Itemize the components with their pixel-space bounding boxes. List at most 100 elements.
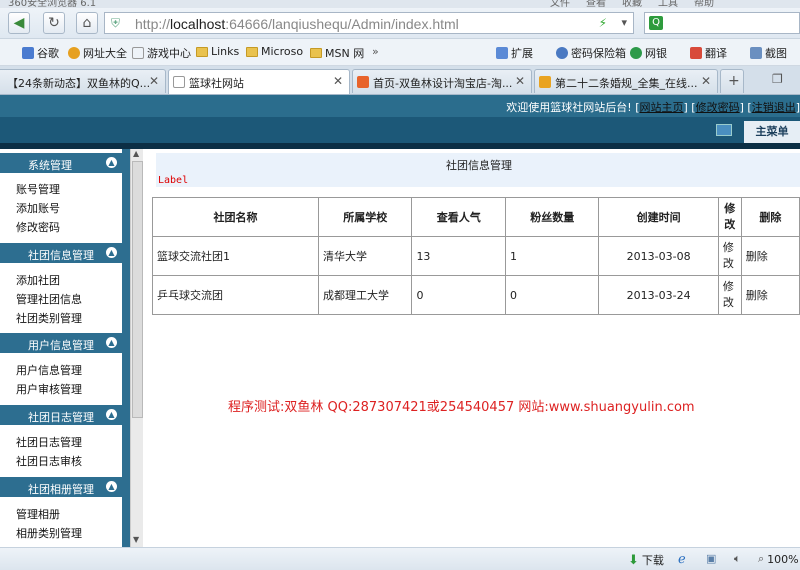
password-button[interactable]: 密码保险箱 [556, 45, 626, 61]
cell-fans: 1 [504, 236, 600, 276]
sidebar-item-user-review[interactable]: 用户审核管理 [16, 381, 82, 397]
status-bar: ⬇ 下载 ℯ ▣ 🔈︎ ⌕ 100% [0, 547, 800, 570]
cell-club-name: 篮球交流社团1 [152, 236, 319, 276]
sidebar-group-user[interactable]: 用户信息管理 ▲ [0, 333, 122, 353]
sidebar-item-manage-club[interactable]: 管理社团信息 [16, 291, 82, 307]
cell-views: 13 [411, 236, 506, 276]
translate-icon [690, 47, 702, 59]
tab-qzone[interactable]: 【24条新动态】双鱼林的Q... ✕ [0, 69, 166, 93]
chevron-down-icon[interactable]: ▾ [621, 16, 627, 29]
sidebar-group-log[interactable]: 社团日志管理 ▲ [0, 405, 122, 425]
bookmark-google[interactable]: 谷歌 [22, 45, 59, 61]
sidebar-item-log-review[interactable]: 社团日志审核 [16, 453, 82, 469]
sidebar-item-add-club[interactable]: 添加社团 [16, 272, 60, 288]
welcome-bar: 欢迎使用篮球社网站后台! [网站主页] [修改密码] [注销退出] [506, 101, 800, 114]
bookmark-links[interactable]: Links [196, 45, 239, 58]
ie-icon[interactable]: ℯ [678, 552, 686, 567]
screenshot-button[interactable]: 截图 [750, 45, 787, 61]
close-icon[interactable]: ✕ [701, 74, 711, 88]
url-text: http://localhost:64666/lanqiushequ/Admin… [135, 16, 459, 32]
video-icon [539, 76, 551, 88]
bookmark-microsoft[interactable]: Microso [246, 45, 303, 58]
table-row: 篮球交流社团1 清华大学 13 1 2013-03-08 修改 删除 [152, 236, 800, 276]
browser-title-strip: 360安全浏览器 6.1 文件 查看 收藏 工具 帮助 [0, 0, 800, 8]
search-engine-icon[interactable]: Q [649, 16, 663, 30]
close-icon[interactable]: ✕ [149, 74, 159, 88]
collapse-icon[interactable]: ▲ [106, 481, 117, 492]
close-icon[interactable]: ✕ [333, 74, 343, 88]
plus-icon: + [728, 73, 740, 89]
url-input[interactable]: ⛨ http://localhost:64666/lanqiushequ/Adm… [104, 12, 634, 34]
bank-button[interactable]: 网银 [630, 45, 667, 61]
tab-basketball[interactable]: 篮球社网站 ✕ [168, 69, 350, 94]
promo-text: 程序测试:双鱼林 QQ:287307421或254540457 网站:www.s… [228, 400, 695, 415]
page-icon [132, 47, 144, 59]
sidebar-item-album-category[interactable]: 相册类别管理 [16, 525, 82, 541]
toggle-menu-icon[interactable] [716, 124, 732, 136]
menu-tools[interactable]: 工具 [658, 0, 678, 8]
delete-link[interactable]: 删除 [740, 275, 800, 315]
lightning-icon[interactable]: ⚡ [599, 16, 607, 30]
tab-video[interactable]: 第二十二条婚规_全集_在线... ✕ [534, 69, 718, 93]
sidebar-item-accounts[interactable]: 账号管理 [16, 181, 60, 197]
menu-view[interactable]: 查看 [586, 0, 606, 8]
bookmarks-more[interactable]: » [372, 45, 379, 58]
bookmark-hao[interactable]: 网址大全 [68, 45, 127, 61]
col-school: 所属学校 [317, 197, 413, 237]
sidebar-item-album-manage[interactable]: 管理相册 [16, 506, 60, 522]
cell-created: 2013-03-08 [598, 236, 719, 276]
refresh-button[interactable]: ↻ [43, 12, 65, 34]
zoom-control[interactable]: ⌕ 100% [758, 552, 799, 566]
close-icon[interactable]: ✕ [515, 74, 525, 88]
new-tab-button[interactable]: + [720, 69, 744, 93]
menu-help[interactable]: 帮助 [694, 0, 714, 8]
sidebar-item-club-category[interactable]: 社团类别管理 [16, 310, 82, 326]
collapse-icon[interactable]: ▲ [106, 157, 117, 168]
sidebar-item-log-manage[interactable]: 社团日志管理 [16, 434, 82, 450]
cell-school: 清华大学 [317, 236, 413, 276]
home-button[interactable]: ⌂ [76, 12, 98, 34]
sidebar-group-album[interactable]: 社团相册管理 ▲ [0, 477, 122, 497]
cell-club-name: 乒乓球交流团 [152, 275, 319, 315]
window-icon[interactable]: ▣ [706, 552, 716, 565]
ext-button[interactable]: 扩展 [496, 45, 533, 61]
bookmark-msn[interactable]: MSN 网 [310, 45, 364, 61]
edit-link[interactable]: 修改 [717, 275, 742, 315]
bookmarks-bar: 谷歌 网址大全 游戏中心 Links Microso MSN 网 » 扩展 密码… [0, 39, 800, 66]
menu-file[interactable]: 文件 [550, 0, 570, 8]
sidebar-item-change-password[interactable]: 修改密码 [16, 219, 60, 235]
sidebar-item-add-account[interactable]: 添加账号 [16, 200, 60, 216]
translate-button[interactable]: 翻译 [690, 45, 727, 61]
speaker-icon[interactable]: 🔈︎ [734, 552, 741, 566]
download-button[interactable]: ⬇ 下载 [628, 552, 664, 568]
back-button[interactable]: ◀ [8, 12, 30, 34]
folder-icon [310, 48, 322, 58]
collapse-icon[interactable]: ▲ [106, 409, 117, 420]
sidebar-item-user-info[interactable]: 用户信息管理 [16, 362, 82, 378]
menu-favorites[interactable]: 收藏 [622, 0, 642, 8]
site-home-link[interactable]: 网站主页 [640, 101, 684, 114]
sidebar-border [122, 149, 130, 547]
delete-link[interactable]: 删除 [740, 236, 800, 276]
sidebar-group-club[interactable]: 社团信息管理 ▲ [0, 243, 122, 263]
sidebar-group-system[interactable]: 系统管理 ▲ [0, 153, 122, 173]
address-toolbar: ◀ ↻ ⌂ ⛨ http://localhost:64666/lanqiushe… [0, 8, 800, 39]
change-password-link[interactable]: 修改密码 [696, 101, 740, 114]
bookmark-games[interactable]: 游戏中心 [132, 45, 191, 61]
cell-created: 2013-03-24 [598, 275, 719, 315]
main-menu-tab[interactable]: 主菜单 [744, 121, 800, 143]
sidebar-scrollbar[interactable]: ▲ ▼ [130, 149, 143, 547]
main-content: 社团信息管理 Label 社团名称 所属学校 查看人气 粉丝数量 创建时间 修改… [146, 149, 800, 547]
scroll-down-icon[interactable]: ▼ [133, 535, 139, 544]
scroll-thumb[interactable] [132, 161, 143, 418]
sidebar: 系统管理 ▲ 账号管理 添加账号 修改密码 社团信息管理 ▲ 添加社团 管理社团信息… [0, 149, 122, 547]
logout-link[interactable]: 注销退出 [752, 101, 796, 114]
edit-link[interactable]: 修改 [717, 236, 742, 276]
search-input[interactable]: Q [644, 12, 800, 34]
tab-taobao[interactable]: 首页-双鱼林设计淘宝店-淘... ✕ [352, 69, 532, 93]
collapse-icon[interactable]: ▲ [106, 337, 117, 348]
tab-list-icon[interactable]: ❐ [772, 72, 783, 86]
collapse-icon[interactable]: ▲ [106, 247, 117, 258]
cell-school: 成都理工大学 [317, 275, 413, 315]
scroll-up-icon[interactable]: ▲ [133, 149, 139, 158]
